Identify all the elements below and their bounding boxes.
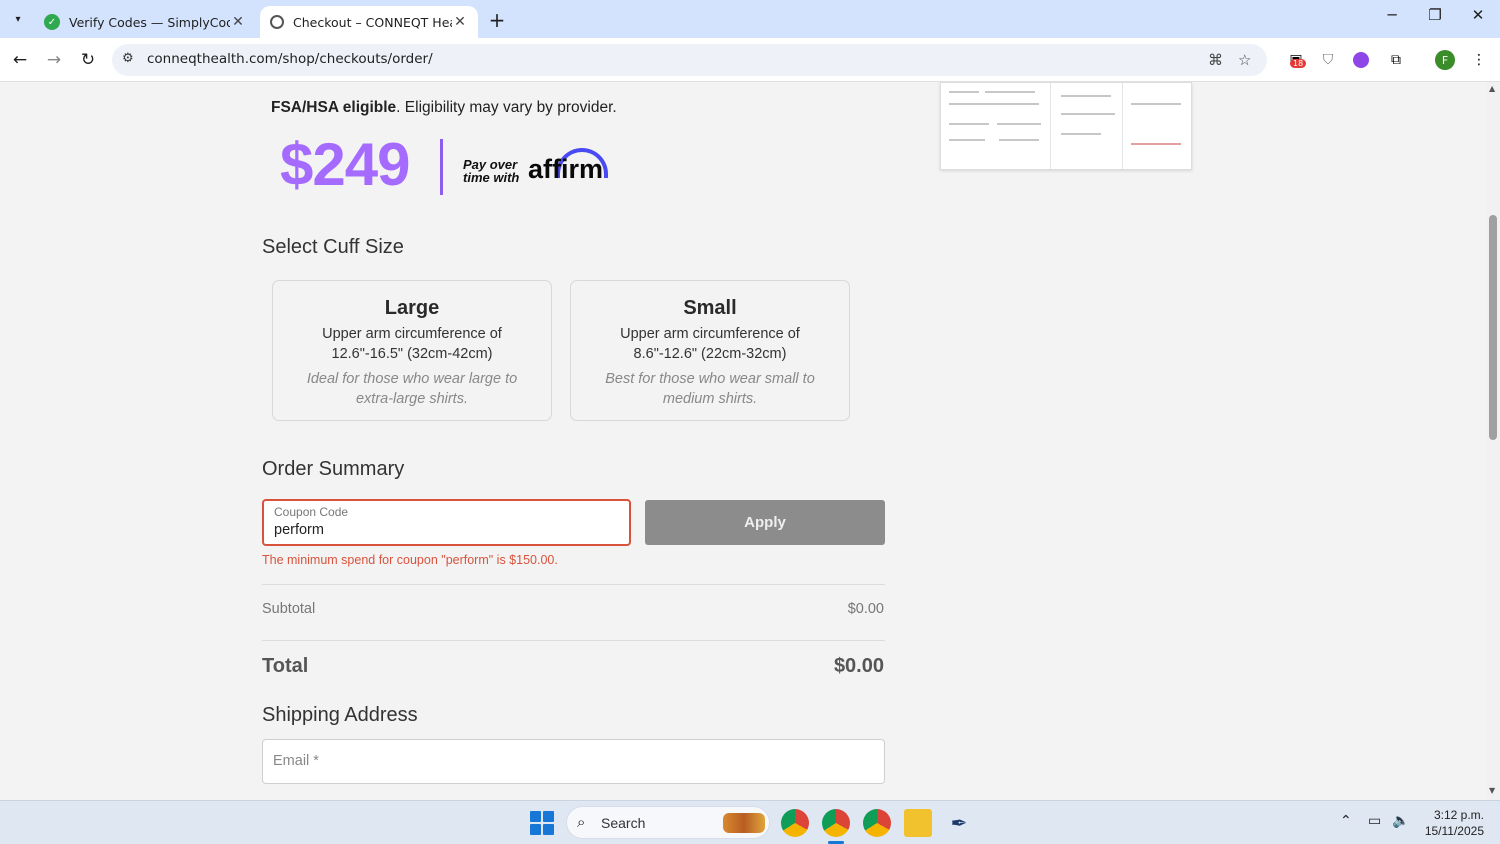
coupon-error-message: The minimum spend for coupon "perform" i… (262, 553, 558, 567)
cuff-size-heading: Select Cuff Size (262, 236, 404, 258)
extension-badge: 18 (1290, 59, 1307, 68)
minimize-icon[interactable]: ─ (1370, 6, 1414, 24)
browser-toolbar: ← → ↻ ⚙ conneqthealth.com/shop/checkouts… (0, 38, 1500, 82)
tab-simplycodes[interactable]: ✓ Verify Codes — SimplyCodes ✕ (34, 6, 256, 38)
extensions-puzzle-icon[interactable]: ⧉ (1385, 49, 1407, 71)
checkout-page: FSA/HSA eligible. Eligibility may vary b… (0, 82, 1486, 800)
volume-icon[interactable]: 🔈 (1392, 813, 1409, 829)
translate-icon[interactable]: ⌘ (1208, 51, 1223, 69)
browser-menu-icon[interactable]: ⋮ (1468, 49, 1490, 71)
quill-app-icon[interactable]: ✒ (945, 809, 973, 837)
taskbar-search[interactable]: ⌕ Search (566, 806, 770, 839)
tab-checkout[interactable]: Checkout – CONNEQT Health S ✕ (260, 6, 478, 38)
pay-over-time-text: Pay over time with (463, 157, 520, 185)
file-explorer-icon[interactable] (904, 809, 932, 837)
shipping-address-heading: Shipping Address (262, 704, 418, 726)
chrome-app-icon[interactable] (781, 809, 809, 837)
tab-title: Verify Codes — SimplyCodes (69, 14, 230, 30)
close-window-icon[interactable]: ✕ (1456, 6, 1500, 24)
tab-close-icon[interactable]: ✕ (230, 14, 246, 30)
summary-divider (262, 584, 885, 585)
chrome-profile-app-icon[interactable] (822, 809, 850, 837)
extension-shield-icon[interactable]: ⛉ (1317, 49, 1339, 71)
product-price: $249 (280, 131, 410, 198)
coupon-code-input[interactable] (274, 522, 614, 538)
scroll-down-icon[interactable]: ▼ (1489, 786, 1495, 795)
subtotal-value: $0.00 (847, 601, 884, 617)
apply-coupon-button[interactable]: Apply (645, 500, 885, 545)
site-info-icon[interactable]: ⚙ (122, 51, 134, 66)
page-scrollbar[interactable]: ▲ ▼ (1486, 82, 1500, 800)
tab-close-icon[interactable]: ✕ (452, 14, 468, 30)
tray-chevron-icon[interactable]: ⌃ (1340, 813, 1352, 829)
restore-icon[interactable]: ❐ (1413, 6, 1457, 24)
tab-title: Checkout – CONNEQT Health S (293, 14, 452, 30)
cuff-option-small[interactable]: Small Upper arm circumference of 8.6"-12… (570, 280, 850, 421)
email-input[interactable] (273, 753, 863, 769)
network-icon[interactable]: ▭ (1368, 813, 1381, 829)
windows-start-icon[interactable] (530, 811, 554, 835)
forward-arrow-icon[interactable]: → (43, 49, 65, 71)
tab-search-menu-icon[interactable]: ▾ (6, 7, 30, 31)
email-field[interactable] (262, 739, 885, 784)
price-divider (440, 139, 443, 195)
windows-taskbar: ⌕ Search ✒ ⌃ ▭ 🔈 3:12 p.m. 15/11/2025 (0, 800, 1500, 844)
cuff-option-name: Large (384, 297, 440, 319)
search-icon: ⌕ (577, 813, 586, 831)
product-image (940, 82, 1192, 170)
system-clock[interactable]: 3:12 p.m. 15/11/2025 (1420, 807, 1484, 839)
cuff-option-desc: Upper arm circumference of 12.6"-16.5" (… (322, 326, 502, 362)
extension-purple-icon[interactable] (1350, 49, 1372, 71)
reload-icon[interactable]: ↻ (77, 49, 99, 71)
total-value: $0.00 (833, 655, 884, 677)
order-summary-heading: Order Summary (262, 458, 405, 480)
new-tab-plus-icon[interactable]: + (486, 8, 508, 32)
back-arrow-icon[interactable]: ← (9, 49, 31, 71)
bookmark-star-icon[interactable]: ☆ (1238, 51, 1251, 69)
chrome-profile-f-app-icon[interactable] (863, 809, 891, 837)
address-bar[interactable]: ⚙ conneqthealth.com/shop/checkouts/order… (112, 44, 1267, 76)
coupon-code-label: Coupon Code (274, 505, 349, 519)
conneqt-favicon-icon (270, 15, 284, 29)
summary-divider (262, 640, 885, 641)
tab-strip: ▾ ✓ Verify Codes — SimplyCodes ✕ Checkou… (0, 0, 1500, 38)
coupon-code-field[interactable]: Coupon Code (262, 499, 631, 546)
scroll-up-icon[interactable]: ▲ (1489, 84, 1495, 93)
cuff-option-note: Ideal for those who wear large to extra-… (306, 371, 518, 407)
search-highlight-image (723, 813, 765, 833)
affirm-logo: affirm (528, 154, 604, 184)
cuff-option-large[interactable]: Large Upper arm circumference of 12.6"-1… (272, 280, 552, 421)
cuff-option-note: Best for those who wear small to medium … (605, 371, 815, 407)
profile-avatar[interactable]: F (1434, 49, 1456, 71)
url-text[interactable]: conneqthealth.com/shop/checkouts/order/ (147, 51, 433, 67)
taskbar-search-label: Search (601, 815, 646, 831)
simplycodes-favicon-icon: ✓ (44, 14, 60, 30)
scrollbar-thumb[interactable] (1489, 215, 1497, 440)
cuff-option-desc: Upper arm circumference of 8.6"-12.6" (2… (620, 326, 800, 362)
total-label: Total (262, 655, 309, 677)
cuff-option-name: Small (683, 297, 737, 319)
subtotal-label: Subtotal (262, 601, 316, 617)
fsa-eligibility-text: FSA/HSA eligible. Eligibility may vary b… (271, 99, 617, 116)
